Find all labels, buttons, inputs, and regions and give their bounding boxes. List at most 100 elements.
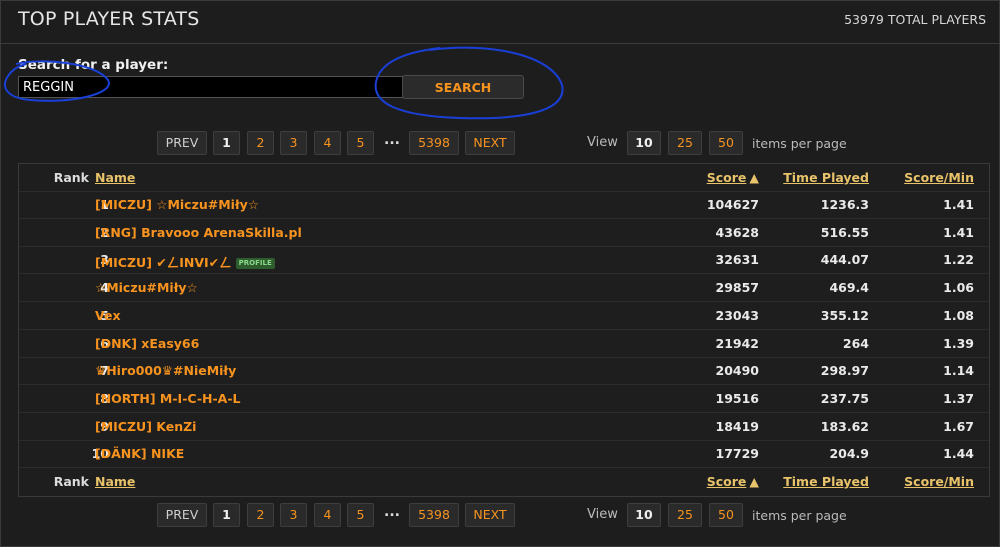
col-spm-footer[interactable]: Score/Min [904,474,974,489]
time-played-cell: 298.97 [820,363,869,379]
score-per-min-cell: 1.39 [943,335,974,351]
col-spm-header[interactable]: Score/Min [904,170,974,185]
score-cell: 20490 [715,363,760,379]
player-name-link[interactable]: [DNK] xEasy66 [95,336,199,351]
table-row: 5 Vex 23043 355.12 1.08 [19,302,989,330]
ipp-option-50[interactable]: 50 [709,503,743,527]
page-button-1[interactable]: 1 [213,503,240,527]
score-per-min-cell: 1.37 [943,390,974,406]
view-label: View [587,507,618,522]
player-name[interactable]: [MICZU] KenZi [95,419,196,434]
col-score-header[interactable]: Score ▲ [707,170,759,185]
player-name[interactable]: [MICZU] ☆Miczu#Miły☆ [95,197,259,212]
prev-button[interactable]: PREV [157,503,207,527]
table-row: 6 [DNK] xEasy66 21942 264 1.39 [19,330,989,358]
table-row: 10 [DÄNK] NIKE 17729 204.9 1.44 [19,440,989,469]
player-name[interactable]: [DNK] xEasy66 [95,336,199,351]
player-name[interactable]: [DÄNK] NIKE [95,446,184,461]
page-header: TOP PLAYER STATS 53979 TOTAL PLAYERS [0,0,1000,44]
player-name-link[interactable]: [MICZU] ✔ㄥINVI✔ㄥ PROFILE [95,252,275,271]
page-button-4[interactable]: 4 [314,131,341,155]
player-name-link[interactable]: [MICZU] ☆Miczu#Miły☆ [95,197,259,212]
player-name[interactable]: ♛Hiro000♛#NieMiły [95,363,236,378]
player-name-link[interactable]: [DÄNK] NIKE [95,446,184,461]
time-played-cell: 1236.3 [820,197,869,212]
next-button[interactable]: NEXT [465,503,515,527]
page-button-4[interactable]: 4 [314,503,341,527]
pagination-bottom: PREV 1 2 3 4 5 ... 5398 NEXT View 10 25 … [0,503,1000,527]
prev-button[interactable]: PREV [157,131,207,155]
pagination-ellipsis: ... [384,132,400,148]
col-score-footer[interactable]: Score ▲ [707,474,759,489]
time-played-cell: 264 [842,335,869,351]
page-button-2[interactable]: 2 [247,131,274,155]
col-time-header[interactable]: Time Played [783,170,869,185]
page-button-last[interactable]: 5398 [409,503,459,527]
player-name[interactable]: ☆Miczu#Miły☆ [95,280,198,295]
player-stats-table: Rank Name Score ▲ Time Played Score/Min 1… [18,163,990,497]
score-per-min-cell: 1.67 [943,418,974,434]
page-button-3[interactable]: 3 [280,131,307,155]
col-name-header[interactable]: Name [95,170,135,185]
score-per-min-cell: 1.41 [943,224,974,240]
player-name[interactable]: Vex [95,308,121,323]
score-per-min-cell: 1.22 [943,252,974,268]
table-row: 8 [NORTH] M-I-C-H-A-L 19516 237.75 1.37 [19,385,989,413]
page-title: TOP PLAYER STATS [18,8,200,30]
player-name[interactable]: [NORTH] M-I-C-H-A-L [95,391,241,406]
col-score-label[interactable]: Score [707,170,747,185]
player-name-link[interactable]: [RNG] Bravooo ArenaSkilla.pl [95,225,302,240]
col-rank-footer: Rank [53,474,89,489]
profile-badge[interactable]: PROFILE [235,258,275,270]
time-played-cell: 237.75 [820,390,869,406]
table-row: 3 [MICZU] ✔ㄥINVI✔ㄥ PROFILE 32631 444.07 1.22 [19,246,989,275]
player-name-link[interactable]: Vex [95,308,121,323]
player-name[interactable]: [RNG] Bravooo ArenaSkilla.pl [95,225,302,240]
score-cell: 19516 [715,390,760,406]
table-row: 4 ☆Miczu#Miły☆ 29857 469.4 1.06 [19,274,989,303]
col-time-footer[interactable]: Time Played [783,474,869,489]
time-played-cell: 204.9 [829,446,869,462]
player-name-link[interactable]: [NORTH] M-I-C-H-A-L [95,391,241,406]
search-label: Search for a player: [18,57,169,73]
sort-up-icon: ▲ [749,170,759,185]
player-name-link[interactable]: [MICZU] KenZi [95,419,196,434]
player-name-link[interactable]: ♛Hiro000♛#NieMiły [95,363,236,378]
col-score-footer-label[interactable]: Score [707,474,747,489]
col-rank-header: Rank [53,170,89,185]
ipp-option-50[interactable]: 50 [709,131,743,155]
table-row: 7 ♛Hiro000♛#NieMiły 20490 298.97 1.14 [19,357,989,386]
score-per-min-cell: 1.44 [943,446,974,462]
table-header-top: Rank Name Score ▲ Time Played Score/Min [19,164,989,192]
table-row: 1 [MICZU] ☆Miczu#Miły☆ 104627 1236.3 1.41 [19,191,989,219]
search-input[interactable] [18,76,403,98]
score-cell: 18419 [715,418,760,434]
page-button-last[interactable]: 5398 [409,131,459,155]
score-cell: 29857 [715,280,760,296]
page-button-3[interactable]: 3 [280,503,307,527]
ipp-option-10[interactable]: 10 [627,503,661,527]
pagination-top: PREV 1 2 3 4 5 ... 5398 NEXT View 10 25 … [0,131,1000,155]
ipp-option-10[interactable]: 10 [627,131,661,155]
page-button-1[interactable]: 1 [213,131,240,155]
score-per-min-cell: 1.08 [943,307,974,323]
search-button[interactable]: SEARCH [402,75,524,99]
score-cell: 104627 [706,197,759,212]
total-players: 53979 TOTAL PLAYERS [844,12,986,27]
page-button-5[interactable]: 5 [347,503,374,527]
player-name-link[interactable]: ☆Miczu#Miły☆ [95,280,198,295]
time-played-cell: 444.07 [820,252,869,268]
ipp-option-25[interactable]: 25 [668,131,702,155]
page-button-5[interactable]: 5 [347,131,374,155]
col-name-footer[interactable]: Name [95,474,135,489]
score-cell: 43628 [715,224,760,240]
player-name[interactable]: [MICZU] ✔ㄥINVI✔ㄥ [95,255,232,270]
next-button[interactable]: NEXT [465,131,515,155]
score-cell: 32631 [715,252,760,268]
page-button-2[interactable]: 2 [247,503,274,527]
table-row: 2 [RNG] Bravooo ArenaSkilla.pl 43628 516.55… [19,219,989,247]
ipp-option-25[interactable]: 25 [668,503,702,527]
items-per-page-label: items per page [752,136,847,151]
time-played-cell: 516.55 [820,224,869,240]
table-header-bottom: Rank Name Score ▲ Time Played Score/Min [19,468,989,495]
